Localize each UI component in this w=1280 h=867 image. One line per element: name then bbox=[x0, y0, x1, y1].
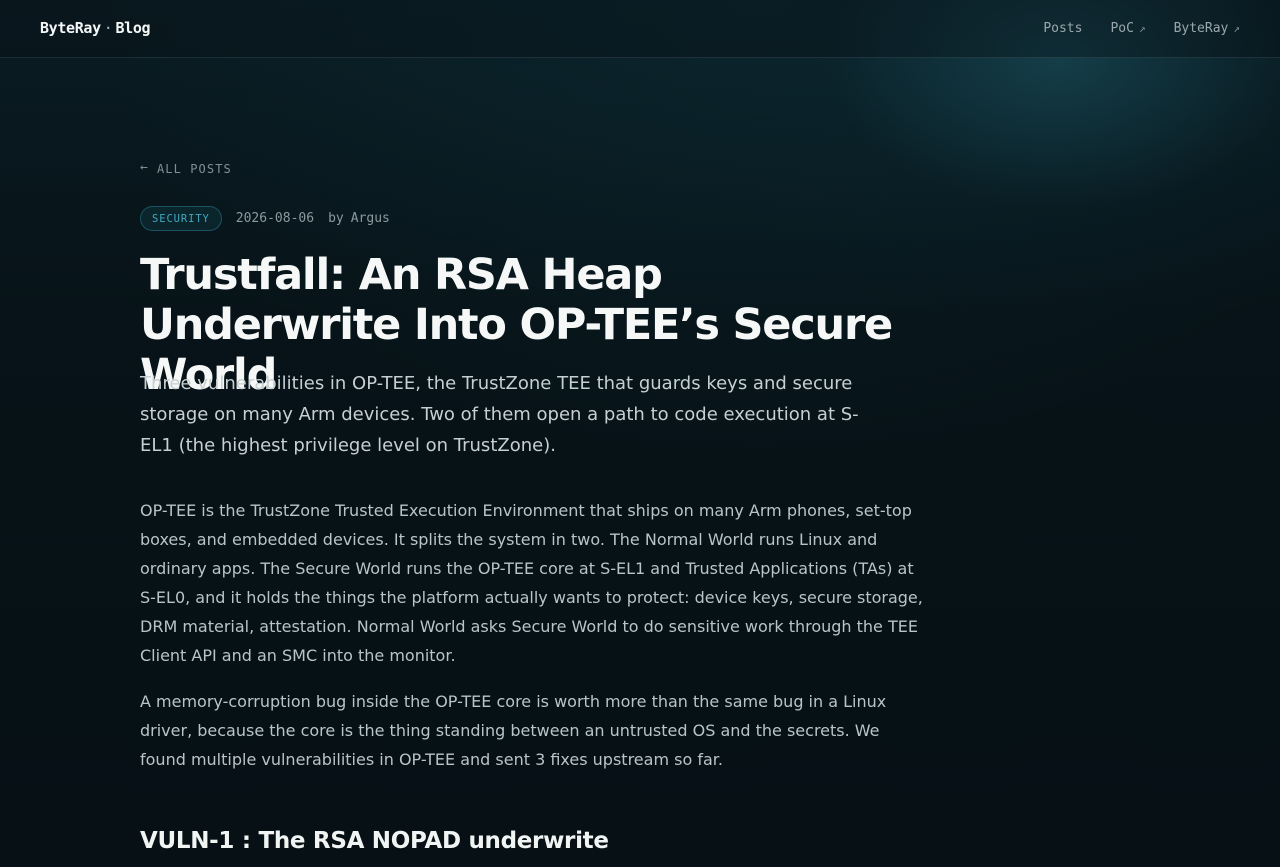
section-heading: VULN-1 : The RSA NOPAD underwrite bbox=[140, 828, 609, 854]
top-navigation: ByteRay · Blog Posts PoC ↗ ByteRay ↗ bbox=[0, 0, 1280, 58]
main-navigation: Posts PoC ↗ ByteRay ↗ bbox=[1043, 21, 1240, 36]
author-name: Argus bbox=[350, 211, 390, 226]
author-prefix: by bbox=[328, 211, 344, 226]
nav-link-label: Posts bbox=[1043, 21, 1083, 36]
category-tag[interactable]: SECURITY bbox=[140, 206, 222, 231]
external-link-icon: ↗ bbox=[1138, 22, 1146, 35]
arrow-left-icon: ← bbox=[140, 160, 149, 175]
article-body: OP-TEE is the TrustZone Trusted Executio… bbox=[140, 496, 925, 791]
all-posts-label: All posts bbox=[156, 161, 232, 176]
body-paragraph: A memory-corruption bug inside the OP-TE… bbox=[140, 692, 887, 769]
nav-link-byteray[interactable]: ByteRay ↗ bbox=[1174, 21, 1240, 36]
brand-section: Blog bbox=[115, 19, 151, 37]
brand-separator: · bbox=[103, 19, 113, 37]
nav-link-label: PoC bbox=[1110, 21, 1134, 36]
brand-name: ByteRay bbox=[40, 19, 101, 37]
site-logo-link[interactable]: ByteRay · Blog bbox=[40, 19, 151, 37]
nav-link-posts[interactable]: Posts bbox=[1043, 21, 1082, 36]
publish-date: 2026-08-06 bbox=[235, 211, 315, 226]
article-metadata: SECURITY 2026-08-06 by Argus bbox=[140, 206, 390, 231]
all-posts-link[interactable]: ← All posts bbox=[140, 160, 232, 176]
blog-article: ← All posts SECURITY 2026-08-06 by Argus… bbox=[140, 157, 930, 854]
nav-link-poc[interactable]: PoC ↗ bbox=[1110, 21, 1145, 36]
nav-link-label: ByteRay bbox=[1173, 21, 1229, 36]
external-link-icon: ↗ bbox=[1233, 22, 1240, 35]
body-paragraph: OP-TEE is the TrustZone Trusted Executio… bbox=[140, 501, 923, 665]
article-summary: Three vulnerabilities in OP-TEE, the Tru… bbox=[140, 373, 859, 456]
